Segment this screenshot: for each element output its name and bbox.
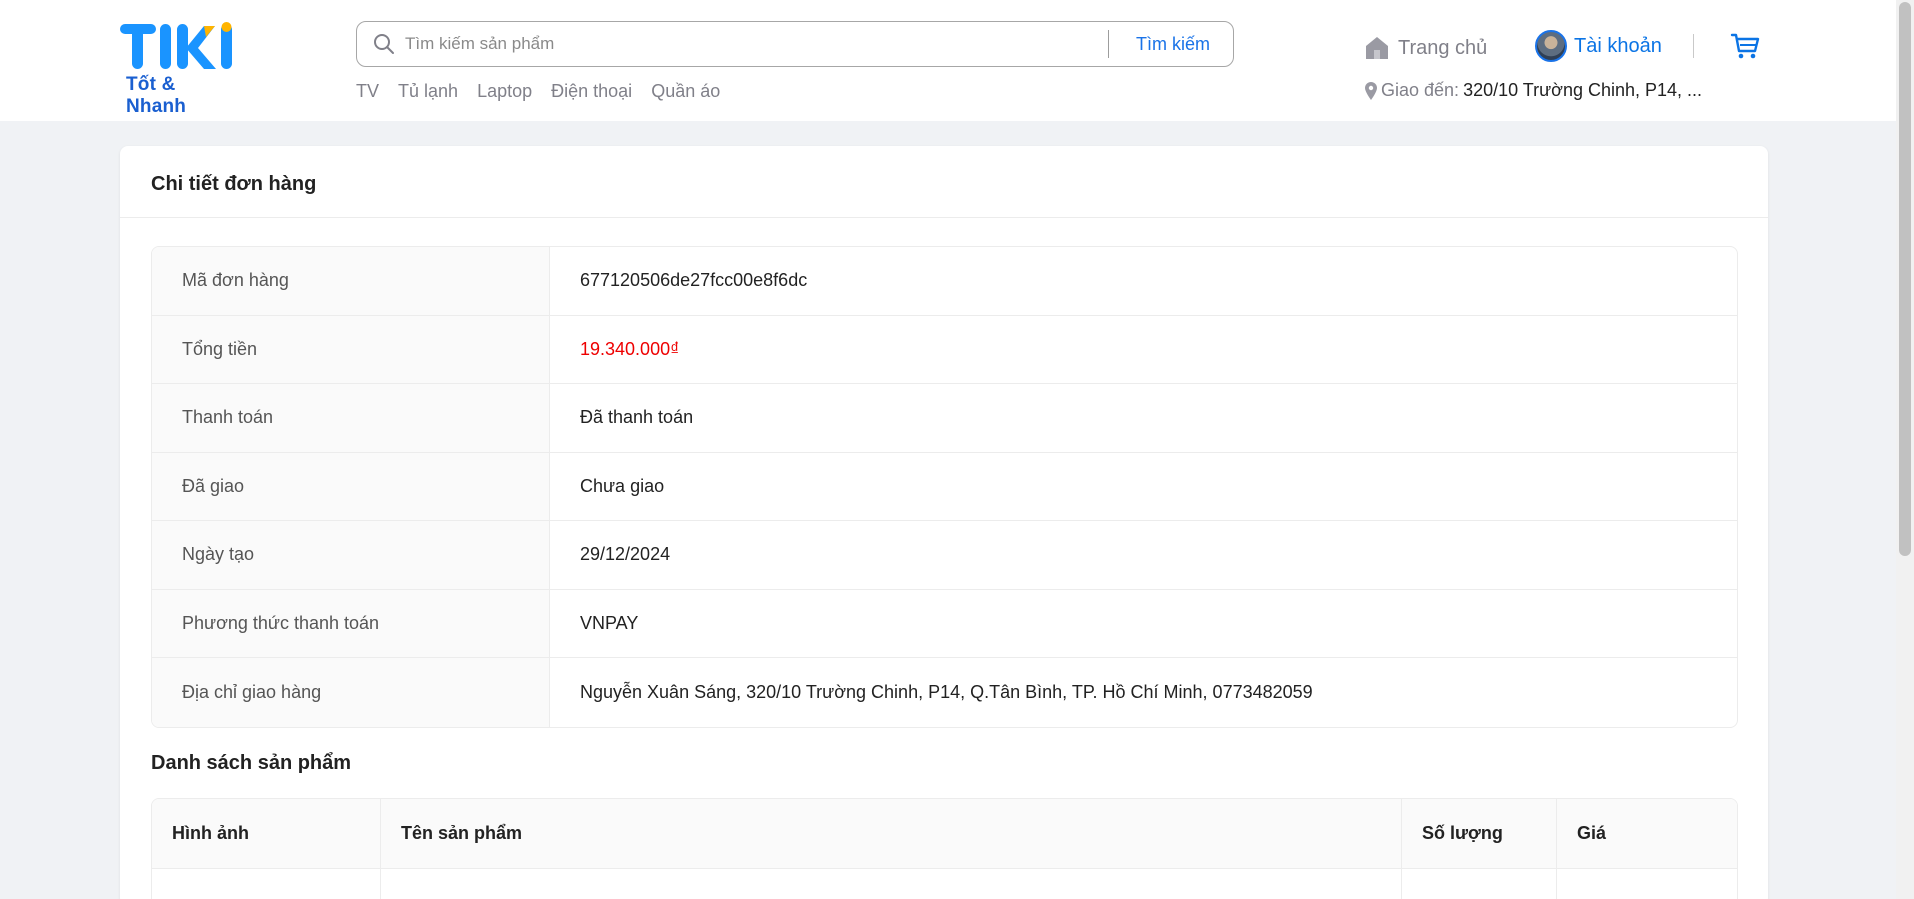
table-cell [1402,869,1557,899]
product-table: Hình ảnh Tên sản phẩm Số lượng Giá [151,798,1738,899]
created-date-value: 29/12/2024 [580,544,671,565]
table-row [152,869,1737,899]
nav-home[interactable]: Trang chủ [1364,31,1487,65]
tiki-logo[interactable]: Tốt & Nhanh [120,22,240,117]
payment-method-value: VNPAY [580,612,639,633]
table-cell [1557,869,1737,899]
detail-label: Thanh toán [152,384,550,452]
table-cell [381,869,1402,899]
home-icon [1366,37,1388,59]
location-pin-icon [1365,81,1377,100]
search-button[interactable]: Tìm kiếm [1117,26,1229,62]
nav-divider [1693,34,1694,58]
search-input[interactable] [405,31,1045,57]
quick-link-clothes[interactable]: Quần áo [651,81,720,102]
column-header-price: Giá [1577,823,1607,843]
delivery-label: Giao đến: [1381,80,1460,100]
detail-label: Tổng tiền [152,315,550,383]
avatar [1535,30,1567,62]
search-divider [1108,30,1109,58]
table-cell [152,869,381,899]
detail-row-created-date: Ngày tạo 29/12/2024 [152,521,1737,590]
column-header-image: Hình ảnh [152,799,381,868]
shipping-address-value: Nguyễn Xuân Sáng, 320/10 Trường Chinh, P… [580,681,1313,702]
column-header-name: Tên sản phẩm [381,799,1402,868]
search-icon [374,34,394,54]
page-title: Chi tiết đơn hàng [151,173,317,195]
nav-account-label: Tài khoản [1574,34,1662,57]
cart-icon[interactable] [1730,31,1760,61]
site-header: Tốt & Nhanh Tìm kiếm TV Tủ lạnh Laptop Đ… [0,0,1896,121]
detail-label: Ngày tạo [152,521,550,589]
detail-label: Địa chỉ giao hàng [152,658,550,727]
nav-home-label: Trang chủ [1398,36,1488,59]
detail-label: Đã giao [152,452,550,520]
logo-tagline: Tốt & Nhanh [126,74,187,117]
detail-row-order-id: Mã đơn hàng 677120506de27fcc00e8f6dc [152,247,1737,316]
delivery-status-value: Chưa giao [580,475,665,496]
detail-label: Phương thức thanh toán [152,589,550,657]
order-detail-card: Chi tiết đơn hàng Mã đơn hàng 677120506d… [120,146,1768,899]
product-list-title: Danh sách sản phẩm [151,752,352,774]
card-divider [120,217,1768,218]
quick-link-fridge[interactable]: Tủ lạnh [398,81,458,102]
order-detail-table: Mã đơn hàng 677120506de27fcc00e8f6dc Tổn… [151,246,1738,728]
detail-label: Mã đơn hàng [152,247,550,315]
page-scrollbar[interactable] [1896,0,1914,899]
payment-status-value: Đã thanh toán [580,407,694,428]
quick-link-phone[interactable]: Điện thoại [551,81,632,102]
column-header-quantity: Số lượng [1402,799,1557,868]
total-price-value: 19.340.000₫ [580,338,680,359]
detail-row-payment-method: Phương thức thanh toán VNPAY [152,589,1737,658]
quick-link-laptop[interactable]: Laptop [477,81,532,102]
search-bar: Tìm kiếm [356,21,1234,67]
product-table-header: Hình ảnh Tên sản phẩm Số lượng Giá [152,799,1737,869]
quick-links: TV Tủ lạnh Laptop Điện thoại Quần áo [356,81,720,102]
nav-account[interactable]: Tài khoản [1535,29,1662,63]
detail-row-payment-status: Thanh toán Đã thanh toán [152,384,1737,453]
order-id-value: 677120506de27fcc00e8f6dc [580,270,808,291]
delivery-address: 320/10 Trường Chinh, P14, ... [1463,80,1703,100]
detail-row-total: Tổng tiền 19.340.000₫ [152,315,1737,384]
scrollbar-thumb[interactable] [1899,2,1911,556]
detail-row-delivery-status: Đã giao Chưa giao [152,452,1737,521]
delivery-location[interactable]: Giao đến: 320/10 Trường Chinh, P14, ... [1365,80,1702,101]
detail-row-shipping-address: Địa chỉ giao hàng Nguyễn Xuân Sáng, 320/… [152,658,1737,727]
tiki-logo-mark [120,22,232,69]
quick-link-tv[interactable]: TV [356,81,379,102]
